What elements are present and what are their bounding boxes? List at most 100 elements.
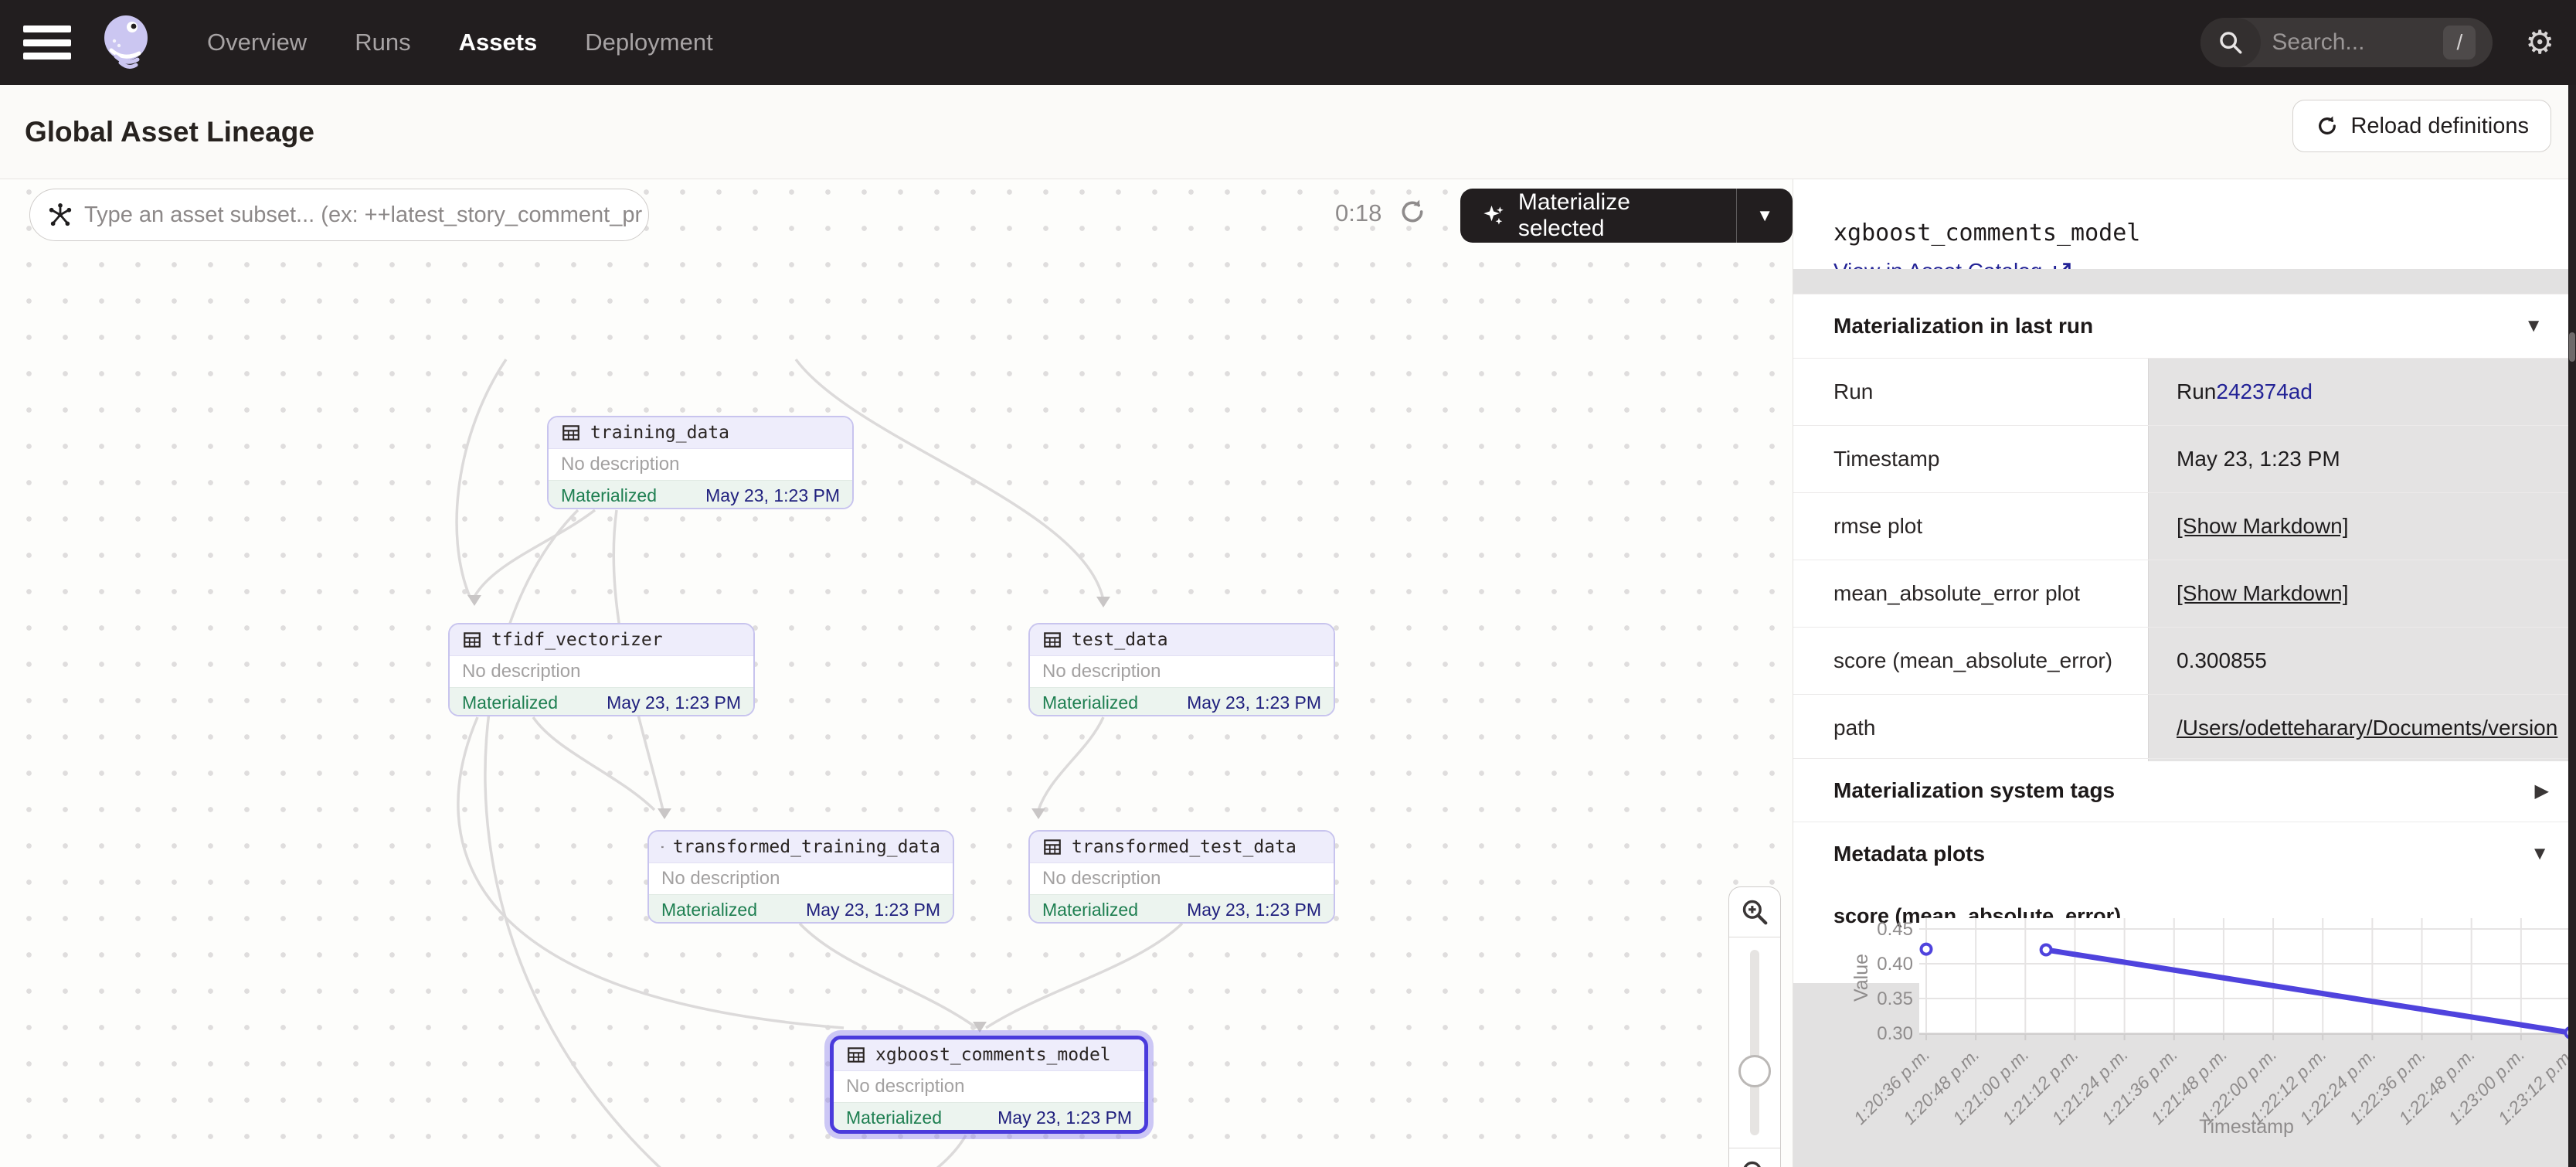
lineage-edge bbox=[986, 924, 1182, 1028]
nav-item-deployment[interactable]: Deployment bbox=[585, 29, 712, 56]
metadata-value[interactable]: Run 242374ad bbox=[2148, 359, 2576, 425]
hamburger-menu-icon[interactable] bbox=[23, 26, 71, 60]
asset-node-header: training_data bbox=[549, 417, 852, 449]
reload-icon bbox=[2315, 114, 2340, 138]
top-nav: Overview Runs Assets Deployment Search... /… bbox=[0, 0, 2576, 85]
nav-item-assets[interactable]: Assets bbox=[459, 29, 538, 56]
metadata-value[interactable]: [Show Markdown] bbox=[2148, 493, 2576, 560]
table-icon bbox=[462, 630, 482, 650]
run-id-link[interactable]: 242374ad bbox=[2216, 379, 2313, 404]
metadata-row-mean-absolute-error-plot: mean_absolute_error plot[Show Markdown] bbox=[1793, 560, 2576, 627]
asset-status-badge: Materialized bbox=[561, 485, 657, 506]
asset-node-description: No description bbox=[549, 449, 852, 480]
chevron-down-icon[interactable]: ▼ bbox=[2524, 315, 2543, 337]
asset-node-name: test_data bbox=[1072, 630, 1168, 650]
asset-node-name: transformed_test_data bbox=[1072, 837, 1296, 857]
asset-node-description: No description bbox=[450, 656, 753, 687]
asset-node-header: test_data bbox=[1030, 624, 1334, 656]
zoom-slider-track[interactable] bbox=[1750, 950, 1759, 1135]
asset-materialization-time[interactable]: May 23, 1:23 PM bbox=[1187, 692, 1321, 713]
lineage-edge bbox=[474, 510, 595, 597]
asset-materialization-time[interactable]: May 23, 1:23 PM bbox=[607, 692, 741, 713]
metadata-table: RunRun 242374adTimestampMay 23, 1:23 PMr… bbox=[1793, 358, 2576, 761]
dagster-logo[interactable] bbox=[100, 15, 151, 70]
asset-materialization-time[interactable]: May 23, 1:23 PM bbox=[705, 485, 840, 506]
search-placeholder: Search... bbox=[2272, 29, 2443, 56]
edge-arrowhead bbox=[1031, 808, 1045, 819]
asset-status-badge: Materialized bbox=[661, 900, 757, 920]
asset-node-training-data[interactable]: training_dataNo descriptionMaterializedM… bbox=[547, 416, 854, 509]
reload-definitions-label: Reload definitions bbox=[2350, 114, 2529, 139]
chevron-down-icon[interactable]: ▼ bbox=[2530, 843, 2549, 865]
asset-node-footer: Materialized May 23, 1:23 PM bbox=[549, 480, 852, 509]
lineage-edge bbox=[1038, 717, 1103, 810]
svg-text:0.30: 0.30 bbox=[1877, 1023, 1913, 1044]
asset-node-footer: Materialized May 23, 1:23 PM bbox=[450, 687, 753, 716]
asset-node-description: No description bbox=[834, 1071, 1144, 1102]
chevron-right-icon[interactable]: ▶ bbox=[2535, 780, 2549, 802]
window-scrollbar[interactable] bbox=[2568, 85, 2576, 1167]
nav-item-runs[interactable]: Runs bbox=[355, 29, 410, 56]
asset-status-badge: Materialized bbox=[462, 692, 558, 713]
asset-materialization-time[interactable]: May 23, 1:23 PM bbox=[1187, 900, 1321, 920]
edge-arrowhead bbox=[1096, 597, 1110, 607]
lineage-edge bbox=[856, 1135, 966, 1167]
materialize-dropdown-caret[interactable]: ▼ bbox=[1736, 189, 1793, 243]
asset-node-header: xgboost_comments_model bbox=[834, 1039, 1144, 1071]
asset-materialization-time[interactable]: May 23, 1:23 PM bbox=[806, 900, 940, 920]
asset-node-description: No description bbox=[1030, 656, 1334, 687]
refresh-timer: 0:18 bbox=[1335, 199, 1381, 227]
section-materialization-system-tags[interactable]: Materialization system tags ▶ bbox=[1793, 758, 2576, 822]
window-scrollbar-thumb[interactable] bbox=[2569, 332, 2575, 362]
asset-node-transformed-training-data[interactable]: transformed_training_dataNo descriptionM… bbox=[647, 830, 954, 924]
search-shortcut-key: / bbox=[2443, 26, 2476, 60]
section-label: Metadata plots bbox=[1833, 842, 1985, 866]
zoom-in-button[interactable] bbox=[1729, 887, 1780, 937]
nav-item-overview[interactable]: Overview bbox=[207, 29, 307, 56]
section-metadata-plots[interactable]: Metadata plots ▼ bbox=[1793, 822, 2576, 886]
zoom-out-button[interactable] bbox=[1729, 1148, 1780, 1167]
asset-materialization-time[interactable]: May 23, 1:23 PM bbox=[997, 1107, 1132, 1128]
edge-layer bbox=[0, 179, 1793, 1167]
asset-status-badge: Materialized bbox=[846, 1107, 942, 1128]
metadata-value[interactable]: [Show Markdown] bbox=[2148, 560, 2576, 627]
materialize-selected-button[interactable]: Materialize selected ▼ bbox=[1460, 189, 1793, 243]
asset-title: xgboost_comments_model bbox=[1833, 219, 2576, 247]
metadata-value[interactable]: /Users/odetteharary/Documents/version bbox=[2148, 695, 2576, 761]
refresh-icon[interactable] bbox=[1397, 196, 1428, 227]
asset-node-xgboost-comments-model[interactable]: xgboost_comments_model No description Mate… bbox=[830, 1036, 1148, 1134]
asset-node-name: tfidf_vectorizer bbox=[491, 630, 663, 650]
asset-status-badge: Materialized bbox=[1042, 900, 1138, 920]
metadata-key: path bbox=[1793, 695, 2148, 761]
gear-icon[interactable]: ⚙ bbox=[2525, 26, 2554, 59]
metadata-row-Run: RunRun 242374ad bbox=[1793, 358, 2576, 425]
asset-details-panel: xgboost_comments_model View in Asset Cat… bbox=[1793, 179, 2576, 1167]
asset-node-name: xgboost_comments_model bbox=[875, 1045, 1111, 1065]
section-materialization-in-last-run[interactable]: Materialization in last run ▼ bbox=[1793, 294, 2576, 358]
edge-arrowhead bbox=[658, 808, 671, 819]
search-input[interactable]: Search... / bbox=[2200, 18, 2493, 67]
asset-node-name: training_data bbox=[590, 423, 729, 443]
lineage-edge bbox=[457, 359, 506, 597]
asset-node-footer: MaterializedMay 23, 1:23 PM bbox=[1030, 687, 1334, 716]
zoom-controls bbox=[1728, 886, 1781, 1167]
section-label: Materialization in last run bbox=[1833, 314, 2093, 339]
metadata-key: Run bbox=[1793, 359, 2148, 425]
reload-definitions-button[interactable]: Reload definitions bbox=[2292, 100, 2551, 152]
asset-filter-input[interactable] bbox=[83, 202, 648, 229]
metadata-key: rmse plot bbox=[1793, 493, 2148, 560]
asset-node-test-data[interactable]: test_data No descriptionMaterializedMay 2… bbox=[1028, 623, 1335, 716]
metadata-row-Timestamp: TimestampMay 23, 1:23 PM bbox=[1793, 425, 2576, 492]
lineage-edge bbox=[800, 924, 977, 1028]
asset-node-description: No description bbox=[1030, 863, 1334, 894]
zoom-slider[interactable] bbox=[1729, 937, 1780, 1148]
zoom-slider-thumb[interactable] bbox=[1738, 1055, 1771, 1087]
score-chart: 1:20:36 p.m.1:20:48 p.m.1:21:00 p.m.1:21… bbox=[1793, 904, 2576, 1167]
asset-node-transformed-test-data[interactable]: transformed_test_data No description Mater… bbox=[1028, 830, 1335, 924]
asset-filter-field[interactable] bbox=[29, 189, 649, 241]
metadata-row-rmse-plot: rmse plot[Show Markdown] bbox=[1793, 492, 2576, 560]
asset-node-header: tfidf_vectorizer bbox=[450, 624, 753, 656]
table-icon bbox=[846, 1045, 866, 1065]
asset-node-name: transformed_training_data bbox=[673, 837, 940, 857]
asset-node-tfidf-vectorizer[interactable]: tfidf_vectorizerNo descriptionMaterializ… bbox=[448, 623, 755, 716]
